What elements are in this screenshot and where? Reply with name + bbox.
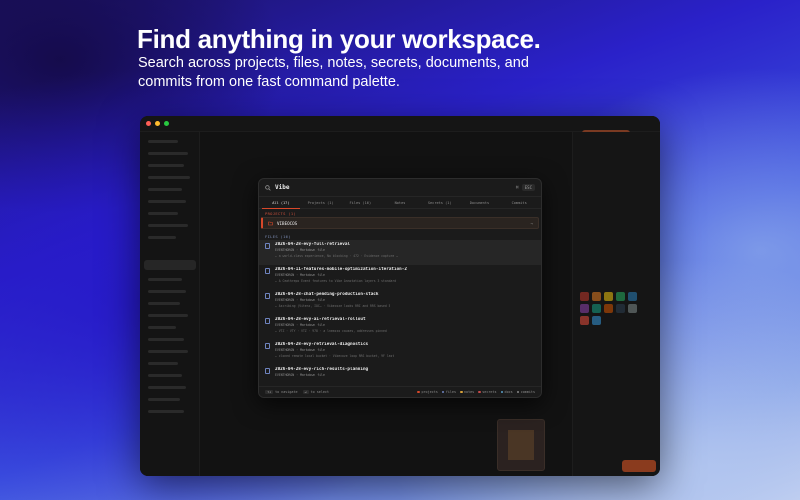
color-swatch[interactable] [616,292,625,301]
file-icon [265,243,270,249]
arrow-right-icon: → [530,220,533,226]
color-swatch[interactable] [616,304,625,313]
file-icon [265,368,270,374]
file-result[interactable]: 2026-04-28-chat-pending-production-stack… [259,290,541,315]
zoom-window-button[interactable] [164,121,169,126]
legend-docs: docs [500,390,513,394]
legend-projects: projects [417,390,438,394]
legend-files: files [441,390,456,394]
sidebar-active-item[interactable] [144,260,196,270]
color-swatch[interactable] [592,292,601,301]
tab-notes[interactable]: Notes [380,197,420,209]
palette-footer: ↑↓ to navigate ↵ to select projects file… [259,386,541,397]
hero-title: Find anything in your workspace. [137,24,541,54]
filter-tabs: All (17) Projects (1) Files (16) Notes S… [259,197,541,209]
tab-secrets[interactable]: Secrets (1) [420,197,460,209]
color-swatch[interactable] [592,304,601,313]
navigate-hint: to navigate [275,390,298,394]
file-icon [265,343,270,349]
file-snippet: … a world-class experience, No blocking … [275,253,398,258]
app-sidebar [140,132,200,476]
window-controls [146,121,169,126]
file-icon [265,293,270,299]
projects-section-header: PROJECTS (1) [265,211,297,216]
legend-secrets: secrets [478,390,497,394]
legend-commits: commits [516,390,535,394]
file-result[interactable]: 2026-04-28-evy-ai-retrieval-rollout EVEN… [259,315,541,340]
files-section-header: FILES (16) [265,234,291,239]
search-input[interactable] [275,184,516,191]
tab-documents[interactable]: Documents [460,197,500,209]
select-key: ↵ [302,390,309,394]
command-palette: ⌘ ESC All (17) Projects (1) Files (16) N… [258,178,542,398]
file-result[interactable]: 2026-04-11-features-mobile-optimization-… [259,265,541,290]
file-icon [265,268,270,274]
color-swatch[interactable] [580,316,589,325]
tab-all[interactable]: All (17) [261,197,301,209]
window-titlebar [140,116,660,132]
thumbnail-preview [497,419,545,471]
color-swatch[interactable] [628,304,637,313]
project-result[interactable]: VIBEOCOS → [261,217,539,229]
color-swatch[interactable] [628,292,637,301]
search-icon [265,184,271,191]
right-panel [572,132,660,476]
file-icon [265,318,270,324]
file-result[interactable]: 2026-04-28-evy-retrieval-diagnostics EVE… [259,340,541,365]
legend-notes: notes [460,390,474,394]
file-snippet: … Ascribing (Vitenz, IOC… · Vibecoze loo… [275,303,391,308]
tab-files[interactable]: Files (16) [340,197,380,209]
file-snippet: … cloned remote local bucket · Vibecoze … [275,353,395,358]
color-swatch[interactable] [604,292,613,301]
navigate-key: ↑↓ [265,390,274,394]
search-bar: ⌘ ESC [259,179,541,197]
project-name: VIBEOCOS [277,220,298,226]
close-window-button[interactable] [146,121,151,126]
file-result[interactable]: 2026-04-28-evy-full-retrieval EVENTHORON… [259,240,541,265]
color-swatch[interactable] [580,292,589,301]
hero-subtitle: Search across projects, files, notes, se… [138,55,529,90]
color-swatches [580,292,646,325]
color-swatch[interactable] [592,316,601,325]
tab-commits[interactable]: Commits [499,197,539,209]
color-swatch[interactable] [604,304,613,313]
minimize-window-button[interactable] [155,121,160,126]
file-snippet: … A Ceathrepo Event features to Vibe Ann… [275,278,397,283]
esc-key-badge[interactable]: ESC [521,184,535,191]
file-meta: EVENTHORON · Markdown file [275,373,325,377]
folder-icon [268,221,273,225]
results-list: PROJECTS (1) VIBEOCOS → FILES (16) 2026-… [259,209,541,390]
primary-action-button[interactable] [622,460,656,472]
type-legend: projects files notes secrets docs commit… [417,390,535,394]
command-key-icon[interactable]: ⌘ [516,185,519,191]
select-hint: to select [310,390,329,394]
color-swatch[interactable] [580,304,589,313]
tab-projects[interactable]: Projects (1) [301,197,341,209]
file-snippet: … VTZ · VTY · VTZ · 978 · a lnemzzo caus… [275,328,387,333]
